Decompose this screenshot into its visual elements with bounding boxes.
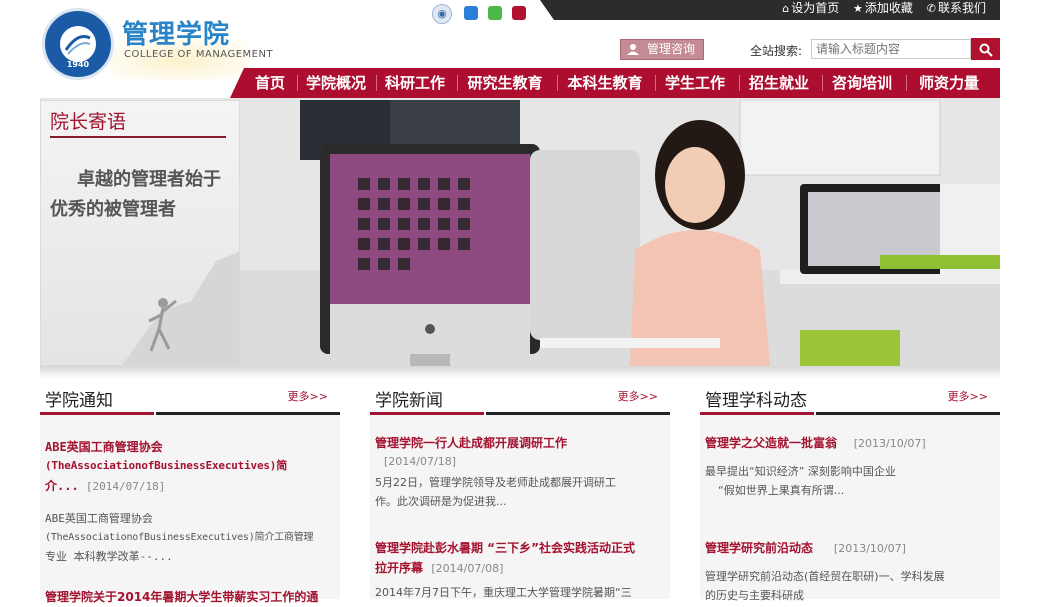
add-favorite-link[interactable]: ★ 添加收藏 (853, 1, 913, 15)
news-date: [2014/07/18] (384, 455, 456, 468)
nav-home[interactable]: 首页 (248, 68, 292, 98)
news-title-1[interactable]: 管理学院一行人赴成都开展调研工作 (375, 433, 567, 453)
notices-title: 学院通知 (45, 391, 113, 411)
news-panel: 学院新闻 更多>> 管理学院一行人赴成都开展调研工作 [2014/07/18] … (370, 381, 670, 599)
star-icon: ★ (853, 2, 863, 15)
nav-divider (739, 75, 740, 91)
notice-desc-line2: (TheAssociationofBusinessExecutives)简介工商… (45, 532, 314, 543)
search-icon (979, 43, 993, 57)
nav-student-affairs[interactable]: 学生工作 (660, 68, 730, 98)
news-title-2-line2[interactable]: 拉开序幕 [2014/07/08] (375, 558, 503, 579)
nav-divider (822, 75, 823, 91)
news-more-link[interactable]: 更多>> (618, 388, 658, 404)
discipline-desc-2-line1: 管理学研究前沿动态(首经贸在职研)一、学科发展 (705, 570, 945, 583)
user-icon (627, 44, 639, 55)
news-desc-2-line1: 2014年7月7日下午，重庆理工大学管理学院暑期“三 (375, 586, 632, 599)
nav-faculty[interactable]: 师资力量 (911, 68, 987, 98)
nav-about[interactable]: 学院概况 (302, 68, 370, 98)
news-title-2-tail: 拉开序幕 (375, 561, 424, 575)
news-desc-1-line2: 作。此次调研是为促进我... (375, 495, 507, 508)
dean-message-rule (50, 136, 226, 138)
nav-divider (655, 75, 656, 91)
climber-illustration (122, 251, 239, 365)
main-nav: 首页 学院概况 科研工作 研究生教育 本科生教育 学生工作 招生就业 咨询培训 … (230, 68, 1000, 98)
notice-title-line2[interactable]: (TheAssociationofBusinessExecutives)简 (45, 456, 287, 476)
theme-red-button[interactable] (512, 6, 526, 20)
notice-title-2[interactable]: 管理学院关于2014年暑期大学生带薪实习工作的通 (45, 587, 318, 607)
dean-quote-line2: 优秀的被管理者 (50, 199, 176, 220)
set-homepage-link[interactable]: ⌂ 设为首页 (782, 1, 839, 15)
discipline-desc-1-line1: 最早提出“知识经济” 深刻影响中国企业 (705, 465, 896, 478)
discipline-title: 管理学科动态 (705, 391, 807, 411)
theme-green-button[interactable] (488, 6, 502, 20)
discipline-item-2[interactable]: 管理学研究前沿动态 [2013/10/07] (705, 538, 906, 559)
theme-blue-button[interactable] (464, 6, 478, 20)
discipline-title-2: 管理学研究前沿动态 (705, 541, 814, 555)
news-desc-1-line1: 5月22日，管理学院领导及老师赴成都展开调研工 (375, 476, 616, 489)
discipline-desc-1-line2: “假如世界上果真有所谓... (718, 484, 845, 497)
university-logo[interactable]: 1940 (42, 8, 114, 80)
banner-photo[interactable] (240, 100, 1000, 366)
site-subtitle: COLLEGE OF MANAGEMENT (124, 49, 274, 60)
logo-emblem-icon (58, 24, 98, 64)
discipline-item-1[interactable]: 管理学之父造就一批富翁 [2013/10/07] (705, 433, 926, 454)
search-label: 全站搜索: (750, 44, 803, 58)
discipline-desc-2-line2: 的历史与主要科研成 (705, 589, 804, 602)
nav-divider (376, 75, 377, 91)
phone-icon: ✆ (926, 2, 936, 15)
logo-year: 1940 (66, 60, 90, 69)
notice-title-tail: 介... (45, 479, 79, 493)
dean-quote-line1: 卓越的管理者始于 (77, 169, 221, 190)
news-date: [2014/07/08] (431, 562, 504, 575)
notices-more-link[interactable]: 更多>> (288, 388, 328, 404)
nav-divider (297, 75, 298, 91)
nav-training[interactable]: 咨询培训 (827, 68, 897, 98)
set-homepage-label: 设为首页 (791, 1, 840, 15)
search-input[interactable] (811, 39, 971, 59)
notices-header: 学院通知 更多>> (40, 381, 340, 415)
nav-divider (457, 75, 458, 91)
banner-shadow (40, 366, 1000, 378)
discipline-date: [2013/10/07] (833, 542, 906, 555)
consult-button-label: 管理咨询 (646, 42, 695, 56)
page: 1940 管理学院 COLLEGE OF MANAGEMENT ◉ ⌂ 设为首页 … (40, 0, 1000, 604)
globe-icon[interactable]: ◉ (432, 4, 452, 24)
notice-title-line3[interactable]: 介... [2014/07/18] (45, 476, 165, 497)
notice-desc-line3: 专业 本科教学改革--... (45, 550, 173, 563)
site-title[interactable]: 管理学院 (122, 14, 230, 51)
news-date-1: [2014/07/18] (384, 451, 456, 472)
notices-panel: 学院通知 更多>> ABE英国工商管理协会 (TheAssociationofB… (40, 381, 340, 604)
discipline-panel: 管理学科动态 更多>> 管理学之父造就一批富翁 [2013/10/07] 最早提… (700, 381, 1000, 602)
add-favorite-label: 添加收藏 (864, 1, 913, 15)
discipline-list: 管理学之父造就一批富翁 [2013/10/07] 最早提出“知识经济” 深刻影响… (700, 415, 1000, 602)
news-header: 学院新闻 更多>> (370, 381, 670, 415)
dean-message-panel[interactable]: 院长寄语 卓越的管理者始于 优秀的被管理者 (40, 100, 240, 366)
notices-list: ABE英国工商管理协会 (TheAssociationofBusinessExe… (40, 415, 340, 604)
nav-research[interactable]: 科研工作 (382, 68, 448, 98)
nav-divider (906, 75, 907, 91)
news-title-2-line1[interactable]: 管理学院赴彭水暑期 “三下乡”社会实践活动正式 (375, 538, 635, 558)
top-utility-bar: ⌂ 设为首页 ★ 添加收藏 ✆ 联系我们 (540, 0, 1000, 20)
nav-undergraduate[interactable]: 本科生教育 (562, 68, 648, 98)
nav-admissions[interactable]: 招生就业 (744, 68, 814, 98)
contact-us-link[interactable]: ✆ 联系我们 (927, 1, 986, 15)
notice-desc-line1: ABE英国工商管理协会 (45, 512, 153, 525)
contact-us-label: 联系我们 (937, 1, 986, 15)
news-title: 学院新闻 (375, 391, 443, 411)
management-consult-button[interactable]: 管理咨询 (620, 39, 704, 60)
discipline-date: [2013/10/07] (853, 437, 926, 450)
discipline-more-link[interactable]: 更多>> (948, 388, 988, 404)
discipline-header: 管理学科动态 更多>> (700, 381, 1000, 415)
discipline-title-1: 管理学之父造就一批富翁 (705, 436, 838, 450)
hero-banner: 院长寄语 卓越的管理者始于 优秀的被管理者 (40, 100, 1000, 366)
news-list: 管理学院一行人赴成都开展调研工作 [2014/07/18] 5月22日，管理学院… (370, 415, 670, 599)
nav-graduate[interactable]: 研究生教育 (462, 68, 548, 98)
notice-title-line1[interactable]: ABE英国工商管理协会 (45, 437, 163, 457)
notice-date: [2014/07/18] (85, 480, 166, 493)
nav-divider (557, 75, 558, 91)
office-photo-illustration (240, 100, 1000, 366)
home-icon: ⌂ (782, 2, 790, 15)
search-button[interactable] (971, 38, 1000, 60)
dean-message-title: 院长寄语 (50, 111, 127, 133)
